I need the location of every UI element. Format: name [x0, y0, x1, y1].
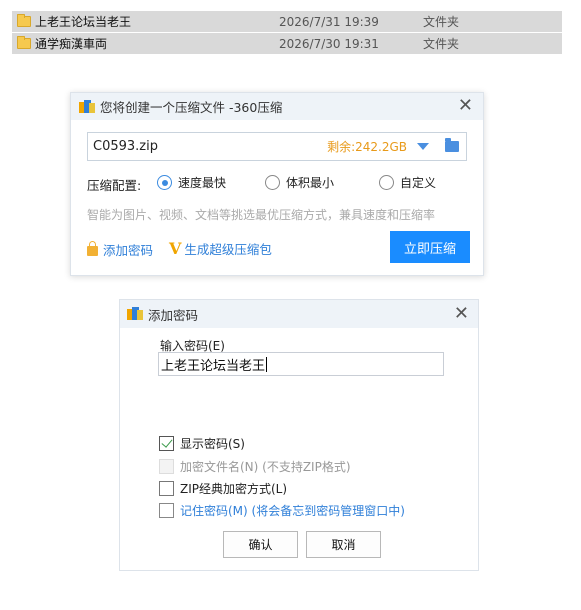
folder-icon [17, 14, 31, 27]
compress-dialog-titlebar[interactable]: 您将创建一个压缩文件 -360压缩 [71, 93, 483, 120]
radio-selected-icon [157, 175, 172, 190]
zip-classic-encryption-checkbox[interactable]: ZIP经典加密方式(L) [159, 480, 287, 497]
file-type: 文件夹 [423, 15, 460, 29]
checkbox-icon [159, 503, 174, 518]
browse-folder-icon[interactable] [445, 138, 459, 152]
checkbox-label: 记住密码(M) (将会备忘到密码管理窗口中) [180, 504, 405, 518]
file-name: 通学痴漢車両 [35, 37, 108, 51]
screen: 上老王论坛当老王 2026/7/31 19:39 文件夹 通学痴漢車両 2026… [0, 0, 581, 610]
360zip-app-icon [79, 99, 95, 114]
radio-label: 速度最快 [178, 176, 227, 190]
checkbox-icon [159, 459, 174, 474]
checkbox-label: 显示密码(S) [180, 437, 245, 451]
password-input[interactable]: 上老王论坛当老王 [158, 352, 444, 376]
radio-smallest[interactable]: 体积最小 [265, 174, 334, 191]
compress-config: 压缩配置: [87, 175, 141, 194]
compress-dialog-title: 您将创建一个压缩文件 -360压缩 [100, 100, 283, 115]
config-label: 压缩配置: [87, 178, 142, 193]
checkbox-checked-icon [159, 436, 174, 451]
password-dialog-titlebar[interactable]: 添加密码 [120, 300, 478, 328]
password-dialog-title: 添加密码 [148, 307, 199, 323]
add-password-link[interactable]: 添加密码 [87, 240, 153, 259]
compress-hint: 智能为图片、视频、文档等挑选最优压缩方式，兼具速度和压缩率 [87, 208, 436, 222]
file-name: 上老王论坛当老王 [35, 15, 132, 29]
remember-password-checkbox[interactable]: 记住密码(M) (将会备忘到密码管理窗口中) [159, 502, 405, 519]
file-date: 2026/7/31 19:39 [279, 14, 379, 29]
360zip-app-icon [127, 307, 143, 321]
compress-now-button[interactable]: 立即压缩 [390, 231, 470, 263]
confirm-button[interactable]: 确认 [223, 531, 298, 558]
compress-dialog: 您将创建一个压缩文件 -360压缩 ✕ C0593.zip 剩余:242.2GB… [70, 92, 484, 276]
super-zip-link[interactable]: V 生成超级压缩包 [169, 239, 272, 258]
folder-icon [17, 36, 31, 49]
radio-icon [265, 175, 280, 190]
free-space-label: 剩余:242.2GB [327, 140, 407, 154]
v-badge-icon: V [169, 239, 182, 258]
super-zip-label: 生成超级压缩包 [184, 242, 272, 257]
checkbox-label: ZIP经典加密方式(L) [180, 482, 288, 496]
file-row[interactable]: 通学痴漢車両 2026/7/30 19:31 文件夹 [12, 33, 562, 54]
lock-icon [87, 241, 98, 256]
radio-icon [379, 175, 394, 190]
output-filename: C0593.zip [93, 139, 158, 154]
radio-label: 体积最小 [286, 176, 335, 190]
radio-custom[interactable]: 自定义 [379, 174, 436, 191]
close-icon[interactable]: ✕ [454, 305, 469, 323]
file-date: 2026/7/30 19:31 [279, 36, 379, 51]
close-icon[interactable]: ✕ [458, 97, 473, 115]
radio-label: 自定义 [400, 176, 437, 190]
checkbox-label: 加密文件名(N) (不支持ZIP格式) [180, 460, 351, 474]
dropdown-arrow-icon[interactable] [417, 143, 429, 150]
file-type: 文件夹 [423, 37, 460, 51]
encrypt-filename-checkbox: 加密文件名(N) (不支持ZIP格式) [159, 458, 351, 475]
text-caret [266, 356, 268, 372]
checkbox-icon [159, 481, 174, 496]
show-password-checkbox[interactable]: 显示密码(S) [159, 435, 245, 452]
radio-fastest[interactable]: 速度最快 [157, 174, 226, 191]
cancel-button[interactable]: 取消 [306, 531, 381, 558]
add-password-label: 添加密码 [103, 243, 154, 258]
password-dialog: 添加密码 ✕ 输入密码(E) 上老王论坛当老王 显示密码(S) 加密文件名(N)… [119, 299, 479, 571]
output-path-field[interactable]: C0593.zip 剩余:242.2GB [87, 132, 467, 161]
password-value: 上老王论坛当老王 [161, 358, 266, 374]
file-row[interactable]: 上老王论坛当老王 2026/7/31 19:39 文件夹 [12, 11, 562, 32]
